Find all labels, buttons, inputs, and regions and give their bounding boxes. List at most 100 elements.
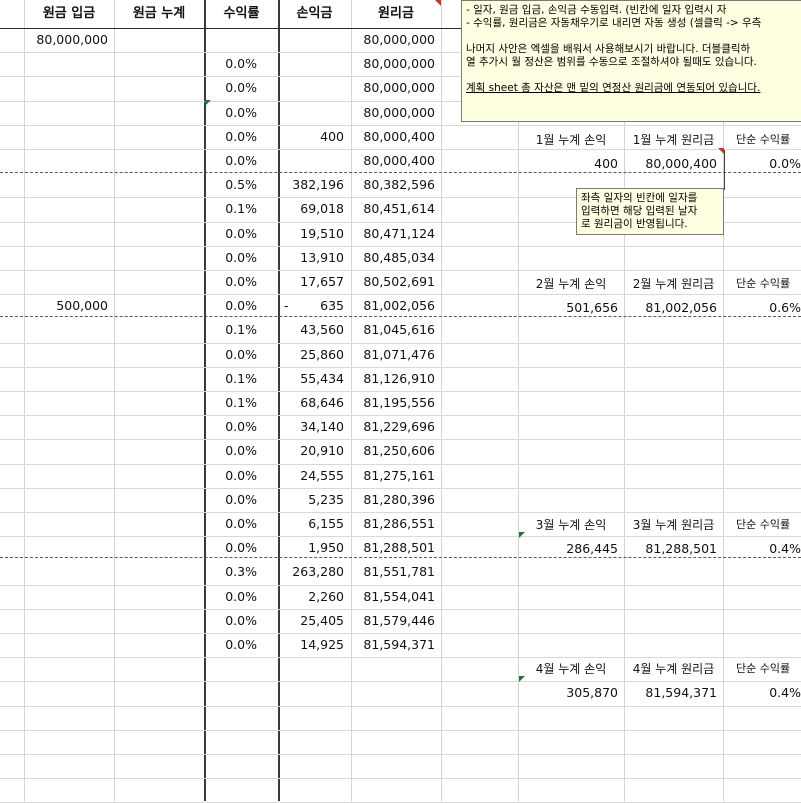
total-cell[interactable]: 81,071,476 <box>351 343 435 367</box>
profit-cell[interactable]: 25,860 <box>278 343 344 367</box>
rate-cell[interactable]: 0.0% <box>205 415 257 439</box>
total-cell[interactable]: 81,045,616 <box>351 318 435 342</box>
profit-cell[interactable]: 263,280 <box>278 560 344 584</box>
rate-cell[interactable]: 0.5% <box>205 173 257 197</box>
rate-cell[interactable]: 0.0% <box>205 512 257 536</box>
total-cell[interactable]: 81,275,161 <box>351 464 435 488</box>
total-cell[interactable]: 80,000,000 <box>351 76 435 100</box>
total-cell[interactable]: 80,000,400 <box>351 149 435 173</box>
total-cell[interactable]: 81,594,371 <box>351 633 435 657</box>
deposit-cell[interactable] <box>24 488 108 512</box>
rate-cell[interactable]: 0.3% <box>205 560 257 584</box>
header-profit[interactable]: 손익금 <box>278 2 351 26</box>
deposit-cell[interactable] <box>24 149 108 173</box>
total-cell[interactable]: 81,195,556 <box>351 391 435 415</box>
rate-cell[interactable]: 0.1% <box>205 318 257 342</box>
error-indicator-icon[interactable] <box>519 532 525 538</box>
rate-cell[interactable] <box>205 28 257 52</box>
profit-cell[interactable]: 43,560 <box>278 318 344 342</box>
total-cell[interactable]: 80,451,614 <box>351 197 435 221</box>
month-rate-value[interactable]: 0.4% <box>723 681 801 705</box>
deposit-cell[interactable] <box>24 318 108 342</box>
profit-cell[interactable]: 14,925 <box>278 633 344 657</box>
profit-cell[interactable]: 24,555 <box>278 464 344 488</box>
deposit-cell[interactable] <box>24 391 108 415</box>
error-indicator-icon[interactable] <box>205 100 211 106</box>
deposit-cell[interactable] <box>24 609 108 633</box>
rate-cell[interactable]: 0.0% <box>205 439 257 463</box>
rate-cell[interactable]: 0.0% <box>205 125 257 149</box>
deposit-cell[interactable] <box>24 536 108 560</box>
month-rate-value[interactable]: 0.0% <box>723 152 801 176</box>
total-cell[interactable]: 81,286,551 <box>351 512 435 536</box>
total-cell[interactable]: 81,229,696 <box>351 415 435 439</box>
profit-cell[interactable]: 20,910 <box>278 439 344 463</box>
month-profit-value[interactable]: 501,656 <box>518 296 618 320</box>
rate-cell[interactable]: 0.0% <box>205 536 257 560</box>
header-deposit[interactable]: 원금 입금 <box>24 2 114 26</box>
rate-cell[interactable]: 0.1% <box>205 367 257 391</box>
deposit-cell[interactable] <box>24 125 108 149</box>
month-total-value[interactable]: 80,000,400 <box>624 152 717 176</box>
deposit-cell[interactable] <box>24 415 108 439</box>
total-cell[interactable]: 81,288,501 <box>351 536 435 560</box>
deposit-cell[interactable] <box>24 585 108 609</box>
deposit-cell[interactable] <box>24 464 108 488</box>
total-cell[interactable]: 80,471,124 <box>351 222 435 246</box>
deposit-cell[interactable] <box>24 439 108 463</box>
profit-cell[interactable]: 17,657 <box>278 270 344 294</box>
total-cell[interactable]: 81,250,606 <box>351 439 435 463</box>
total-cell[interactable]: 81,002,056 <box>351 294 435 318</box>
rate-cell[interactable]: 0.0% <box>205 76 257 100</box>
rate-cell[interactable]: 0.0% <box>205 464 257 488</box>
month-rate-value[interactable]: 0.6% <box>723 296 801 320</box>
deposit-cell[interactable] <box>24 101 108 125</box>
date-hint-note[interactable]: 좌측 일자의 빈칸에 일자를 입력하면 해당 입력된 날자 로 원리금이 반영됩… <box>576 188 724 235</box>
profit-cell[interactable]: 1,950 <box>278 536 344 560</box>
header-cumulative[interactable]: 원금 누계 <box>114 2 204 26</box>
profit-cell[interactable]: 400 <box>278 125 344 149</box>
total-cell[interactable]: 81,280,396 <box>351 488 435 512</box>
total-cell[interactable]: 81,579,446 <box>351 609 435 633</box>
profit-cell[interactable]: 25,405 <box>278 609 344 633</box>
month-total-value[interactable]: 81,002,056 <box>624 296 717 320</box>
rate-cell[interactable]: 0.0% <box>205 52 257 76</box>
rate-cell[interactable]: 0.0% <box>205 633 257 657</box>
month-profit-value[interactable]: 400 <box>518 152 618 176</box>
deposit-cell[interactable] <box>24 512 108 536</box>
rate-cell[interactable]: 0.1% <box>205 391 257 415</box>
deposit-cell[interactable] <box>24 52 108 76</box>
rate-cell[interactable]: 0.0% <box>205 246 257 270</box>
month-total-value[interactable]: 81,288,501 <box>624 537 717 561</box>
deposit-cell[interactable] <box>24 560 108 584</box>
deposit-cell[interactable]: 80,000,000 <box>24 28 108 52</box>
rate-cell[interactable]: 0.0% <box>205 222 257 246</box>
rate-cell[interactable]: 0.0% <box>205 585 257 609</box>
deposit-cell[interactable] <box>24 197 108 221</box>
deposit-cell[interactable] <box>24 246 108 270</box>
profit-cell[interactable]: 55,434 <box>278 367 344 391</box>
total-cell[interactable]: 80,382,596 <box>351 173 435 197</box>
rate-cell[interactable]: 0.0% <box>205 294 257 318</box>
error-indicator-icon[interactable] <box>519 676 525 682</box>
rate-cell[interactable]: 0.0% <box>205 149 257 173</box>
total-cell[interactable]: 80,502,691 <box>351 270 435 294</box>
deposit-cell[interactable] <box>24 222 108 246</box>
rate-cell[interactable]: 0.0% <box>205 609 257 633</box>
profit-cell[interactable]: 6,155 <box>278 512 344 536</box>
total-cell[interactable]: 80,485,034 <box>351 246 435 270</box>
header-rate[interactable]: 수익률 <box>205 2 278 26</box>
profit-cell[interactable]: 382,196 <box>278 173 344 197</box>
rate-cell[interactable]: 0.1% <box>205 197 257 221</box>
header-total[interactable]: 원리금 <box>351 2 441 26</box>
deposit-cell[interactable] <box>24 270 108 294</box>
profit-cell[interactable]: 2,260 <box>278 585 344 609</box>
profit-cell[interactable]: 5,235 <box>278 488 344 512</box>
profit-cell[interactable] <box>278 52 344 76</box>
month-profit-value[interactable]: 286,445 <box>518 537 618 561</box>
profit-cell[interactable]: 34,140 <box>278 415 344 439</box>
profit-cell[interactable]: 68,646 <box>278 391 344 415</box>
total-cell[interactable]: 80,000,000 <box>351 28 435 52</box>
profit-cell[interactable] <box>278 76 344 100</box>
profit-cell[interactable] <box>278 28 344 52</box>
